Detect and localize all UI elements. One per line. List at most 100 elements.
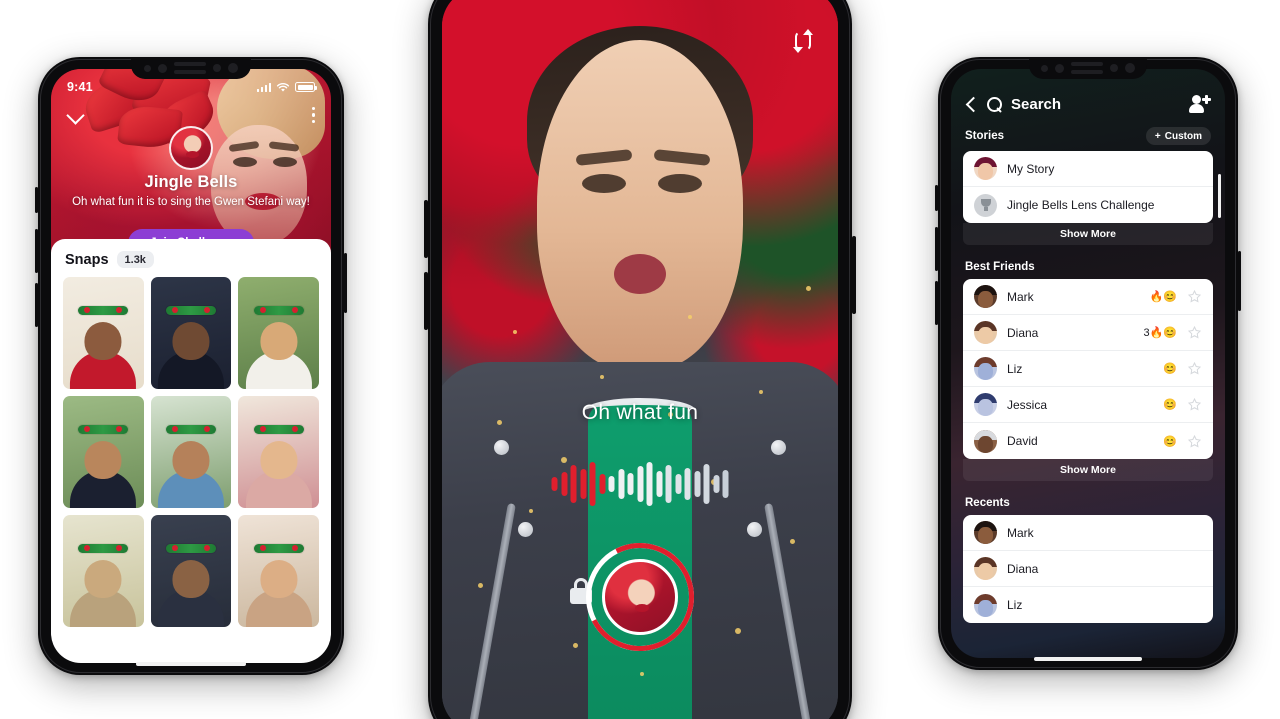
list-item-label: Liz [1007, 361, 1023, 376]
list-item[interactable]: Mark 🔥😊 [963, 279, 1213, 315]
list-item-label: My Story [1007, 161, 1055, 176]
snap-tile[interactable] [150, 515, 232, 628]
scrollbar-thumb[interactable] [1218, 174, 1221, 218]
streak-badge: 🔥😊 [1149, 291, 1177, 303]
list-item[interactable]: Liz 😊 [963, 351, 1213, 387]
search-icon [987, 96, 1002, 112]
search-screen: Search Stories + Custom My Story Jingle Bell… [951, 69, 1225, 658]
star-icon[interactable] [1187, 434, 1202, 449]
avatar [974, 193, 997, 217]
wifi-icon [276, 82, 290, 92]
section-title: Stories [965, 130, 1004, 142]
section-title: Recents [965, 497, 1010, 509]
notch [1029, 57, 1147, 79]
power-button[interactable] [852, 236, 856, 314]
front-camera [1055, 63, 1064, 73]
power-button[interactable] [1238, 251, 1241, 311]
volume-down-button[interactable] [35, 283, 38, 327]
star-icon[interactable] [1187, 289, 1202, 304]
jacket-stud [494, 440, 509, 455]
waveform-bar [713, 475, 719, 493]
star-icon[interactable] [1187, 361, 1202, 376]
list-item[interactable]: Diana 3🔥😊 [963, 315, 1213, 351]
volume-down-button[interactable] [424, 272, 428, 330]
status-time: 9:41 [67, 80, 93, 94]
battery-icon [295, 82, 318, 92]
home-indicator[interactable] [1034, 657, 1142, 661]
avatar [974, 393, 997, 416]
waveform-bar [703, 464, 710, 504]
snaps-count-badge: 1.3k [116, 251, 154, 268]
snap-tile[interactable] [238, 396, 319, 509]
show-more-button[interactable]: Show More [963, 459, 1213, 481]
volume-down-button[interactable] [935, 281, 938, 325]
list-item-label: David [1007, 434, 1038, 448]
snap-tile[interactable] [238, 515, 319, 628]
list-item[interactable]: Jingle Bells Lens Challenge [963, 187, 1213, 223]
snap-tile[interactable] [150, 277, 232, 390]
section-card: Mark 🔥😊 Diana 3🔥😊 Liz 😊 Jessica 😊 David 😊 [963, 279, 1213, 459]
list-item-label: Mark [1007, 289, 1034, 304]
waveform-bar [627, 473, 634, 495]
list-item[interactable]: Liz [963, 587, 1213, 623]
power-button[interactable] [344, 253, 347, 313]
camera-flip-icon[interactable] [790, 28, 816, 54]
avatar [974, 157, 997, 180]
waveform-bar [589, 462, 596, 506]
snap-tile[interactable] [63, 515, 144, 628]
waveform-bar [570, 465, 577, 503]
snaps-grid [51, 277, 331, 628]
waveform-bar [675, 474, 681, 494]
chevron-down-icon[interactable] [67, 107, 84, 124]
left-screen: 9:41 Jingle Bells Oh what fun it is to s… [51, 69, 331, 663]
list-item[interactable]: My Story [963, 151, 1213, 187]
streak-badge: 3🔥😊 [1143, 327, 1177, 339]
mute-switch[interactable] [935, 185, 938, 211]
volume-up-button[interactable] [424, 200, 428, 258]
lens-title: Jingle Bells [144, 173, 238, 191]
kebab-menu-icon[interactable] [311, 106, 315, 124]
shutter-button[interactable] [571, 528, 709, 666]
show-more-button[interactable]: Show More [963, 223, 1213, 245]
waveform-bar [561, 472, 567, 496]
snap-tile[interactable] [63, 277, 144, 390]
waveform-bar [580, 469, 586, 499]
lens-top-bar [51, 101, 331, 129]
notch [131, 57, 251, 79]
mute-switch[interactable] [35, 187, 38, 213]
lens-hero-banner: 9:41 Jingle Bells Oh what fun it is to s… [51, 69, 331, 254]
jacket-stud [747, 522, 762, 537]
section-header: Best Friends [951, 255, 1225, 279]
search-label[interactable]: Search [1011, 96, 1180, 113]
volume-up-button[interactable] [935, 227, 938, 271]
section-card: Mark Diana Liz [963, 515, 1213, 623]
list-item[interactable]: Jessica 😊 [963, 387, 1213, 423]
star-icon[interactable] [1187, 397, 1202, 412]
star-icon[interactable] [1187, 325, 1202, 340]
list-item[interactable]: Diana [963, 551, 1213, 587]
waveform-bar [665, 465, 672, 503]
volume-up-button[interactable] [35, 229, 38, 273]
custom-story-button[interactable]: + Custom [1145, 127, 1211, 145]
list-item[interactable]: David 😊 [963, 423, 1213, 459]
streak-badge: 😊 [1163, 363, 1177, 375]
left-phone: 9:41 Jingle Bells Oh what fun it is to s… [35, 57, 347, 675]
snap-tile[interactable] [150, 396, 232, 509]
snap-tile[interactable] [63, 396, 144, 509]
section-header: Stories + Custom [951, 121, 1225, 151]
home-indicator[interactable] [136, 662, 246, 666]
add-friend-icon[interactable] [1189, 95, 1211, 113]
speaker-grille [174, 62, 206, 74]
snap-tile[interactable] [238, 277, 319, 390]
list-item-label: Jingle Bells Lens Challenge [1007, 198, 1155, 212]
lens-subtitle: Oh what fun it is to sing the Gwen Stefa… [72, 196, 310, 208]
back-chevron-icon[interactable] [965, 96, 978, 112]
waveform-bar [599, 474, 605, 494]
list-item-label: Jessica [1007, 397, 1048, 412]
waveform-bar [684, 468, 691, 500]
sensor-dot [144, 64, 151, 72]
lens-creator-avatar[interactable] [169, 126, 213, 170]
lens-thumbnail [602, 559, 678, 635]
list-item[interactable]: Mark [963, 515, 1213, 551]
search-sections-scroll[interactable]: Stories + Custom My Story Jingle Bells Lens … [951, 121, 1225, 658]
